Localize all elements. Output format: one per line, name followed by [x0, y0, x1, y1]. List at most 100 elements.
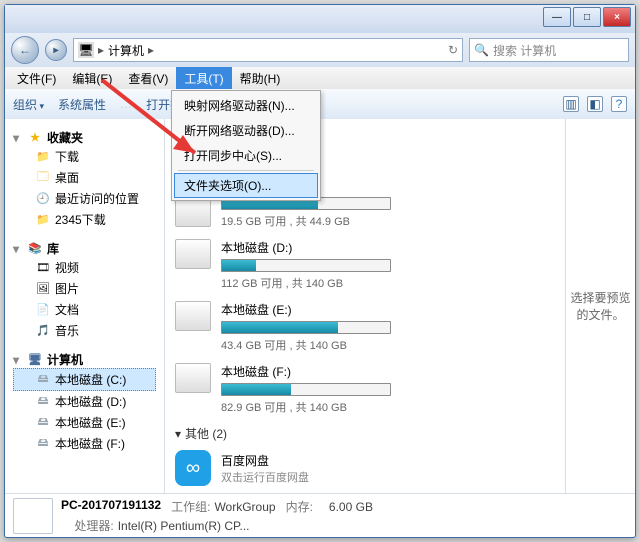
- computer-icon: 🖥: [27, 352, 43, 368]
- nav-tree: ▾ ★ 收藏夹 📁下载 🗔桌面 🕘最近访问的位置 📁2345下载 ▾ 📚 库 🎞…: [5, 119, 165, 493]
- tree-2345dl[interactable]: 📁2345下载: [13, 209, 156, 230]
- tree-drive-d[interactable]: 🖴本地磁盘 (D:): [13, 391, 156, 412]
- memory-label: 内存:: [286, 498, 326, 515]
- drive-icon: [175, 301, 211, 331]
- tree-item-label: 图片: [55, 280, 79, 297]
- computer-large-icon: [13, 498, 53, 534]
- computer-name: PC-201707191132: [61, 498, 161, 515]
- tree-item-label: 视频: [55, 259, 79, 276]
- tree-libraries: ▾ 📚 库 🎞视频 🖼图片 📄文档 🎵音乐: [5, 238, 164, 349]
- dropdown-separator: [178, 170, 314, 171]
- close-button[interactable]: ×: [603, 7, 631, 27]
- maximize-button[interactable]: □: [573, 7, 601, 27]
- music-icon: 🎵: [35, 323, 51, 339]
- breadcrumb-sep: ▸: [148, 43, 154, 57]
- other-info: 百度网盘 双击运行百度网盘: [221, 452, 309, 485]
- menu-edit[interactable]: 编辑(E): [64, 67, 120, 89]
- forward-button[interactable]: ▸: [45, 39, 67, 61]
- drive-name: 本地磁盘 (F:): [221, 363, 555, 380]
- drive-info: 本地磁盘 (F:) 82.9 GB 可用 , 共 140 GB: [221, 363, 555, 415]
- tree-item-label: 桌面: [55, 169, 79, 186]
- tree-videos[interactable]: 🎞视频: [13, 257, 156, 278]
- group-other-label: 其他 (2): [185, 425, 227, 442]
- map-network-drive[interactable]: 映射网络驱动器(N)...: [174, 93, 318, 118]
- drive-item[interactable]: 本地磁盘 (D:) 112 GB 可用 , 共 140 GB: [175, 239, 555, 291]
- tree-item-label: 2345下载: [55, 211, 106, 228]
- drive-icon: 🖴: [35, 436, 51, 452]
- breadcrumb[interactable]: 🖥 ▸ 计算机 ▸ ↻: [73, 38, 463, 62]
- drive-free-text: 43.4 GB 可用 , 共 140 GB: [221, 337, 555, 353]
- drive-item[interactable]: 19.5 GB 可用 , 共 44.9 GB: [175, 197, 555, 229]
- document-icon: 📄: [35, 302, 51, 318]
- tools-dropdown: 映射网络驱动器(N)... 断开网络驱动器(D)... 打开同步中心(S)...…: [171, 90, 321, 201]
- search-placeholder: 搜索 计算机: [493, 42, 556, 59]
- tree-recent[interactable]: 🕘最近访问的位置: [13, 188, 156, 209]
- tree-item-label: 文档: [55, 301, 79, 318]
- tree-desktop[interactable]: 🗔桌面: [13, 167, 156, 188]
- menu-tools[interactable]: 工具(T): [176, 67, 231, 89]
- libraries-icon: 📚: [27, 241, 43, 257]
- refresh-icon[interactable]: ↻: [448, 43, 458, 57]
- breadcrumb-root[interactable]: 计算机: [108, 42, 144, 59]
- search-input[interactable]: 🔍 搜索 计算机: [469, 38, 629, 62]
- baidu-icon: ∞: [175, 450, 211, 486]
- tree-downloads[interactable]: 📁下载: [13, 146, 156, 167]
- tree-drive-f[interactable]: 🖴本地磁盘 (F:): [13, 433, 156, 454]
- folder-icon: 📁: [35, 212, 51, 228]
- drive-name: 本地磁盘 (D:): [221, 239, 555, 256]
- tree-drive-c[interactable]: 🖴本地磁盘 (C:): [13, 368, 156, 391]
- tree-documents[interactable]: 📄文档: [13, 299, 156, 320]
- tree-drive-e[interactable]: 🖴本地磁盘 (E:): [13, 412, 156, 433]
- open-sync-center[interactable]: 打开同步中心(S)...: [174, 143, 318, 168]
- tree-pictures[interactable]: 🖼图片: [13, 278, 156, 299]
- view-options-icon[interactable]: ▥: [563, 96, 579, 112]
- minimize-button[interactable]: —: [543, 7, 571, 27]
- tree-computer: ▾ 🖥 计算机 🖴本地磁盘 (C:) 🖴本地磁盘 (D:) 🖴本地磁盘 (E:)…: [5, 349, 164, 462]
- drive-item[interactable]: 本地磁盘 (E:) 43.4 GB 可用 , 共 140 GB: [175, 301, 555, 353]
- help-icon[interactable]: ?: [611, 96, 627, 112]
- drive-info: 本地磁盘 (D:) 112 GB 可用 , 共 140 GB: [221, 239, 555, 291]
- drive-free-text: 112 GB 可用 , 共 140 GB: [221, 275, 555, 291]
- group-other[interactable]: ▾ 其他 (2): [175, 425, 555, 442]
- drive-free-text: 82.9 GB 可用 , 共 140 GB: [221, 399, 555, 415]
- drive-item[interactable]: 本地磁盘 (F:) 82.9 GB 可用 , 共 140 GB: [175, 363, 555, 415]
- tree-item-label: 本地磁盘 (F:): [55, 435, 125, 452]
- menu-file[interactable]: 文件(F): [9, 67, 64, 89]
- search-icon: 🔍: [474, 43, 489, 57]
- preview-text: 选择要预览的文件。: [570, 289, 631, 323]
- tree-favorites-label: 收藏夹: [47, 129, 83, 146]
- video-icon: 🎞: [35, 260, 51, 276]
- cmd-divider: …: [120, 97, 132, 111]
- address-bar: ← ▸ 🖥 ▸ 计算机 ▸ ↻ 🔍 搜索 计算机: [5, 33, 635, 67]
- usage-bar: [221, 321, 391, 334]
- window-controls: — □ ×: [543, 7, 631, 27]
- cpu-label: 处理器:: [74, 517, 114, 534]
- tree-libraries-head[interactable]: ▾ 📚 库: [13, 240, 156, 257]
- computer-icon: 🖥: [78, 42, 94, 58]
- system-properties[interactable]: 系统属性: [58, 96, 106, 113]
- tree-item-label: 本地磁盘 (E:): [55, 414, 126, 431]
- organize-dropdown[interactable]: 组织: [13, 96, 44, 113]
- drive-info: 本地磁盘 (E:) 43.4 GB 可用 , 共 140 GB: [221, 301, 555, 353]
- other-baidu[interactable]: ∞ 百度网盘 双击运行百度网盘: [175, 450, 555, 486]
- chevron-down-icon: ▾: [175, 427, 181, 441]
- tree-computer-head[interactable]: ▾ 🖥 计算机: [13, 351, 156, 368]
- tree-libraries-label: 库: [47, 240, 59, 257]
- drive-icon: 🖴: [35, 372, 51, 388]
- preview-pane-icon[interactable]: ◧: [587, 96, 603, 112]
- chevron-down-icon: ▾: [13, 131, 23, 145]
- tree-music[interactable]: 🎵音乐: [13, 320, 156, 341]
- status-lines: PC-201707191132 工作组: WorkGroup 内存: 6.00 …: [61, 498, 373, 534]
- cpu-value: Intel(R) Pentium(R) CP...: [118, 519, 250, 533]
- folder-options[interactable]: 文件夹选项(O)...: [174, 173, 318, 198]
- tree-favorites: ▾ ★ 收藏夹 📁下载 🗔桌面 🕘最近访问的位置 📁2345下载: [5, 127, 164, 238]
- drive-icon: 🖴: [35, 415, 51, 431]
- back-button[interactable]: ←: [11, 36, 39, 64]
- tree-favorites-head[interactable]: ▾ ★ 收藏夹: [13, 129, 156, 146]
- preview-pane: 选择要预览的文件。: [565, 119, 635, 493]
- menu-view[interactable]: 查看(V): [120, 67, 176, 89]
- drive-icon: [175, 239, 211, 269]
- disconnect-network-drive[interactable]: 断开网络驱动器(D)...: [174, 118, 318, 143]
- menu-bar: 文件(F) 编辑(E) 查看(V) 工具(T) 帮助(H): [5, 67, 635, 89]
- menu-help[interactable]: 帮助(H): [232, 67, 289, 89]
